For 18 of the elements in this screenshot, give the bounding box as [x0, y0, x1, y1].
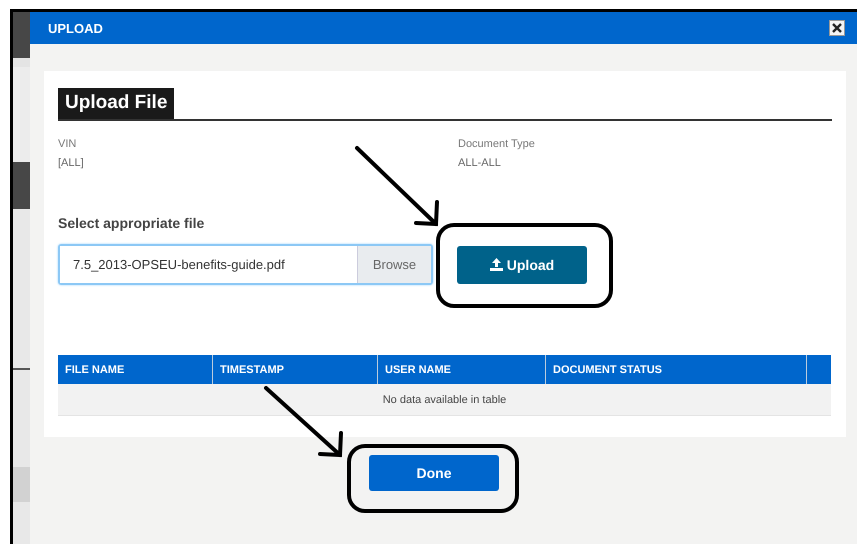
- column-header: [806, 355, 831, 384]
- column-header[interactable]: TIMESTAMP: [212, 355, 378, 384]
- upload-icon: [490, 258, 503, 271]
- close-button[interactable]: [829, 20, 845, 36]
- column-header[interactable]: USER NAME: [378, 355, 546, 384]
- field-value: [ALL]: [58, 156, 85, 171]
- dialog-title: UPLOAD: [48, 20, 103, 36]
- field-label: Select appropriate file: [58, 215, 206, 231]
- empty-table-message: No data available in table: [58, 384, 831, 416]
- close-icon: [832, 23, 842, 33]
- column-header[interactable]: FILE NAME: [58, 355, 212, 384]
- field-label: VIN: [58, 137, 78, 152]
- field-label: Document Type: [458, 137, 536, 152]
- section-heading: Upload File: [58, 88, 174, 119]
- done-button[interactable]: Done: [369, 455, 499, 491]
- column-header[interactable]: DOCUMENT STATUS: [546, 355, 806, 384]
- upload-button[interactable]: Upload: [457, 246, 587, 284]
- field-value: ALL-ALL: [458, 156, 502, 171]
